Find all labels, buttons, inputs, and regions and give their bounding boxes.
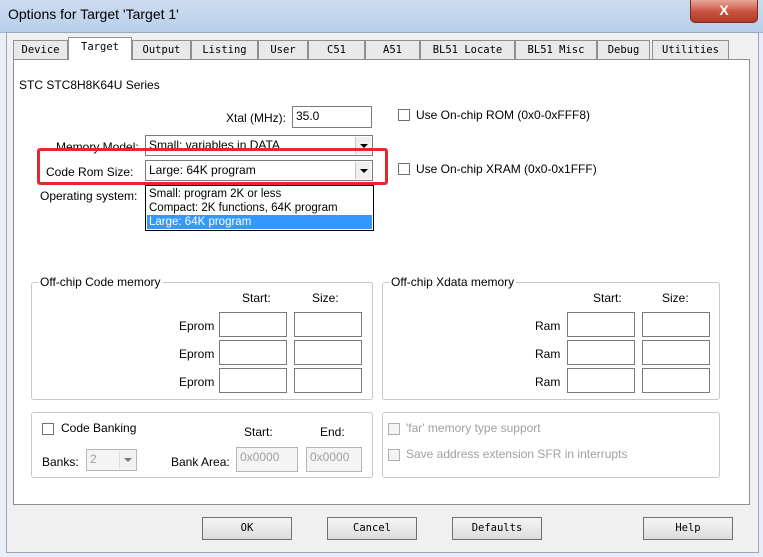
far-memory-label: 'far' memory type support (406, 421, 541, 435)
dropdown-option-large[interactable]: Large: 64K program (147, 215, 372, 229)
window-title: Options for Target 'Target 1' (8, 6, 179, 22)
highlight-annotation (37, 148, 388, 185)
tab-bl51-locate[interactable]: BL51 Locate (420, 40, 515, 59)
onchip-xram-label: Use On-chip XRAM (0x0-0x1FFF) (416, 162, 597, 176)
tab-output[interactable]: Output (132, 40, 191, 59)
save-address-extension-label: Save address extension SFR in interrupts (406, 447, 628, 461)
eprom-start-input-1[interactable] (219, 312, 287, 337)
ram-size-input-3[interactable] (642, 368, 710, 393)
eprom-label-1: Eprom (179, 319, 215, 333)
onchip-rom-label: Use On-chip ROM (0x0-0xFFF8) (416, 108, 591, 122)
tab-target[interactable]: Target (68, 37, 132, 60)
ram-size-input-2[interactable] (642, 340, 710, 365)
xtal-input[interactable]: 35.0 (292, 106, 372, 128)
dropdown-option-small[interactable]: Small: program 2K or less (147, 187, 372, 201)
ram-start-input-2[interactable] (567, 340, 635, 365)
ram-label-2: Ram (535, 347, 561, 361)
banks-label: Banks: (42, 455, 79, 469)
code-start-header: Start: (242, 291, 271, 305)
banks-select[interactable]: 2 (86, 449, 137, 471)
eprom-size-input-1[interactable] (294, 312, 362, 337)
eprom-label-2: Eprom (179, 347, 215, 361)
xtal-label: Xtal (MHz): (226, 111, 286, 125)
eprom-size-input-3[interactable] (294, 368, 362, 393)
eprom-start-input-3[interactable] (219, 368, 287, 393)
tab-utilities[interactable]: Utilities (652, 40, 729, 59)
eprom-start-input-2[interactable] (219, 340, 287, 365)
bank-area-end-input[interactable]: 0x0000 (306, 447, 362, 472)
ram-start-input-1[interactable] (567, 312, 635, 337)
ram-label-3: Ram (535, 375, 561, 389)
tab-user[interactable]: User (258, 40, 308, 59)
ram-start-input-3[interactable] (567, 368, 635, 393)
tab-device[interactable]: Device (13, 40, 68, 59)
cancel-button[interactable]: Cancel (327, 517, 417, 540)
offchip-xdata-memory-title: Off-chip Xdata memory (389, 275, 517, 289)
bank-area-label: Bank Area: (171, 455, 230, 469)
code-size-header: Size: (312, 291, 339, 305)
code-banking-label: Code Banking (61, 421, 137, 435)
code-rom-size-dropdown: Small: program 2K or less Compact: 2K fu… (145, 185, 374, 231)
code-banking-checkbox[interactable] (42, 423, 54, 435)
defaults-button[interactable]: Defaults (452, 517, 542, 540)
help-button[interactable]: Help (643, 517, 733, 540)
ok-button[interactable]: OK (202, 517, 292, 540)
dropdown-option-compact[interactable]: Compact: 2K functions, 64K program (147, 201, 372, 215)
save-address-extension-checkbox[interactable] (388, 449, 400, 461)
device-series-label: STC STC8H8K64U Series (19, 78, 160, 92)
far-memory-checkbox[interactable] (388, 423, 400, 435)
banks-value: 2 (90, 452, 97, 466)
xdata-size-header: Size: (662, 291, 689, 305)
eprom-size-input-2[interactable] (294, 340, 362, 365)
bank-area-start-input[interactable]: 0x0000 (236, 447, 298, 472)
bank-end-header: End: (320, 425, 345, 439)
tab-debug[interactable]: Debug (597, 40, 650, 59)
chevron-down-icon[interactable] (119, 451, 135, 468)
tab-c51[interactable]: C51 (308, 40, 365, 59)
operating-system-label: Operating system: (40, 189, 138, 203)
tab-listing[interactable]: Listing (191, 40, 258, 59)
bank-start-header: Start: (244, 425, 273, 439)
eprom-label-3: Eprom (179, 375, 215, 389)
close-button[interactable]: X (690, 0, 758, 23)
ram-label-1: Ram (535, 319, 561, 333)
xdata-start-header: Start: (593, 291, 622, 305)
title-bar: Options for Target 'Target 1' (0, 0, 763, 33)
tab-a51[interactable]: A51 (365, 40, 420, 59)
onchip-xram-checkbox[interactable] (398, 163, 410, 175)
tab-bl51-misc[interactable]: BL51 Misc (515, 40, 597, 59)
onchip-rom-checkbox[interactable] (398, 109, 410, 121)
offchip-code-memory-title: Off-chip Code memory (38, 275, 163, 289)
ram-size-input-1[interactable] (642, 312, 710, 337)
